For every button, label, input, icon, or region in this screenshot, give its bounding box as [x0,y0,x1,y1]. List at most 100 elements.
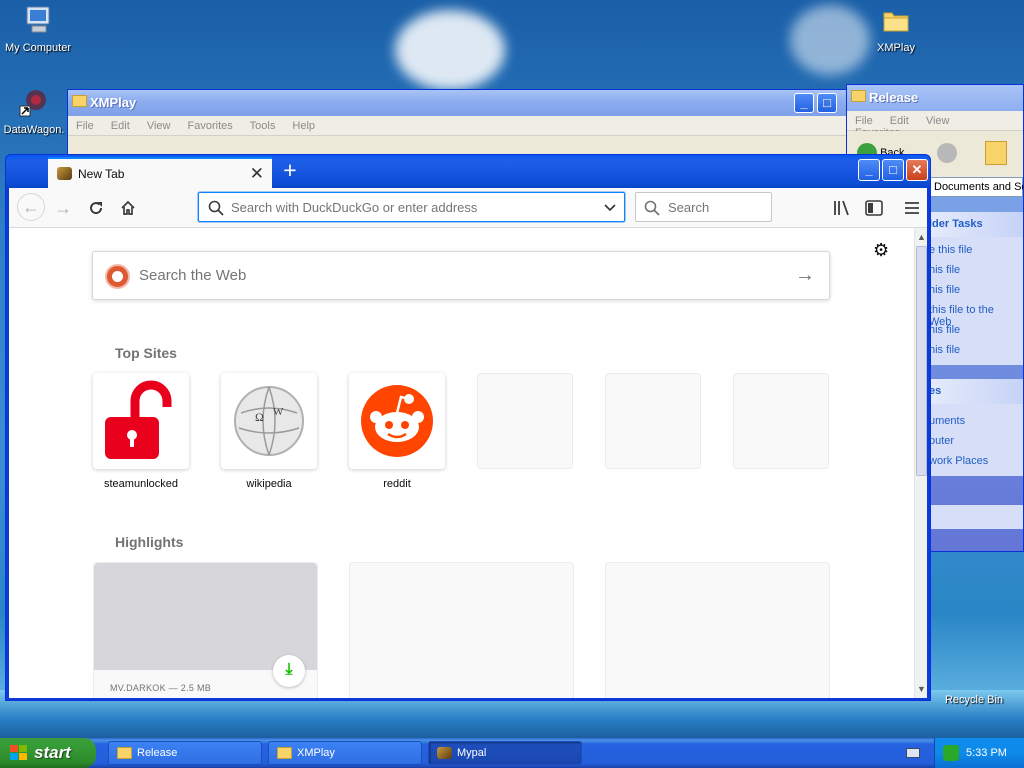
gear-icon[interactable]: ⚙ [873,240,889,261]
menu-file[interactable]: File [76,120,94,132]
new-tab-page: → ⚙ Top Sites steamunlocked ΩW wikipedia… [9,228,918,698]
start-button[interactable]: start [0,738,96,768]
url-input[interactable] [231,198,591,216]
xmplay-title: XMPlay [90,95,137,110]
top-site-tile-wikipedia[interactable]: ΩW [221,373,317,469]
home-button[interactable] [115,195,141,221]
svg-text:Ω: Ω [255,410,264,424]
browser-body: ← → Search with DuckDuckGo or enter addr… [9,188,927,698]
release-title: Release [869,90,919,105]
top-site-empty-slot [477,373,573,469]
desktop-icon-xmplay[interactable]: XMPlay [856,4,936,54]
search-input[interactable] [668,198,764,216]
tab-title: New Tab [78,167,125,181]
sidebar-icon[interactable] [864,198,884,218]
top-sites-title: Top Sites [115,345,177,361]
taskbar-button-mypal[interactable]: Mypal [428,741,582,765]
menu-tools[interactable]: Tools [250,120,276,132]
highlight-card[interactable]: ⤓ MV.DARKOK — 2.5 MB [93,562,318,698]
browser-window[interactable]: New Tab ✕ + _ □ ✕ ← → Search with DuckDu… [5,154,931,701]
search-bar[interactable] [635,192,772,222]
desktop-icon-label: XMPlay [877,42,915,54]
web-search-input[interactable] [139,267,759,284]
menu-view[interactable]: View [926,115,950,127]
network-icon[interactable] [943,745,959,761]
keyboard-icon[interactable] [906,748,920,758]
taskbar-button-release[interactable]: Release [108,741,262,765]
taskbar-button-xmplay[interactable]: XMPlay [268,741,422,765]
mypal-favicon-icon [57,167,72,180]
browser-title-bar[interactable]: New Tab ✕ + _ □ ✕ [6,155,930,188]
desktop-icon-label: DataWagon. [3,124,65,136]
folder-icon [883,12,909,32]
highlight-empty-slot [605,562,830,698]
top-site-label: steamunlocked [104,478,178,490]
maximize-button[interactable]: □ [882,159,904,181]
highlight-empty-slot [349,562,574,698]
new-tab-button[interactable]: + [278,158,302,184]
taskbar-label: XMPlay [297,747,335,759]
menu-view[interactable]: View [147,120,171,132]
release-menu-bar: File Edit View Favorites [847,111,1023,139]
taskbar-label: Release [137,747,178,759]
maximize-button[interactable]: □ [817,93,837,113]
desktop-icon-label: My Computer [4,42,72,54]
tab-new-tab[interactable]: New Tab ✕ [48,157,272,188]
red-open-padlock-icon [105,380,172,459]
minimize-button[interactable]: _ [858,159,880,181]
top-site-label: reddit [383,478,411,490]
minimize-button[interactable]: _ [794,93,814,113]
forward-icon[interactable] [937,143,957,163]
clock[interactable]: 5:33 PM [966,747,1007,759]
close-button[interactable]: ✕ [906,159,928,181]
start-label: start [34,743,71,762]
xmplay-menu-bar: File Edit View Favorites Tools Help [68,116,846,136]
top-site-empty-slot [733,373,829,469]
menu-file[interactable]: File [855,115,873,127]
top-site-empty-slot [605,373,701,469]
folder-icon [72,95,87,107]
menu-edit[interactable]: Edit [111,120,130,132]
svg-text:W: W [273,406,284,418]
forward-button[interactable]: → [50,195,76,221]
menu-edit[interactable]: Edit [890,115,909,127]
web-search-box[interactable]: → [92,251,830,300]
folder-icon [851,90,866,102]
desktop-icon-my-computer[interactable]: My Computer [0,4,78,54]
top-site-label: wikipedia [246,478,292,490]
folder-icon [117,747,132,759]
menu-help[interactable]: Help [292,120,315,132]
up-folder-icon[interactable] [985,141,1007,165]
arrow-right-icon[interactable]: → [795,264,815,287]
computer-icon [26,6,50,33]
download-icon: ⤓ [273,655,305,687]
reload-button[interactable] [83,195,109,221]
scroll-up-arrow-icon[interactable]: ▲ [915,230,928,244]
menu-favorites[interactable]: Favorites [188,120,233,132]
highlights-title: Highlights [115,534,184,550]
vertical-scrollbar[interactable]: ▲ ▼ [914,228,927,698]
hamburger-menu-icon[interactable] [902,198,922,218]
top-site-tile-steamunlocked[interactable] [93,373,189,469]
url-bar[interactable] [198,192,625,222]
datawagon-icon [19,90,46,117]
desktop-icon-recycle-bin[interactable]: Recycle Bin [934,694,1014,706]
reddit-alien-icon [361,385,433,457]
highlight-meta: MV.DARKOK — 2.5 MB [110,683,212,693]
highlight-thumbnail [94,563,317,670]
back-button[interactable]: ← [17,193,45,221]
system-tray: 5:33 PM [934,738,1024,768]
search-icon [208,200,224,216]
xmplay-title-bar[interactable]: XMPlay _ □ [68,90,846,116]
nav-toolbar: ← → [9,188,927,228]
release-title-bar[interactable]: Release [847,85,1023,111]
top-site-tile-reddit[interactable] [349,373,445,469]
desktop-icon-datawagon[interactable]: DataWagon. [0,86,74,136]
reload-icon [90,202,103,215]
close-tab-icon[interactable]: ✕ [250,164,264,184]
chevron-down-icon[interactable] [603,198,617,218]
library-icon[interactable] [832,198,852,218]
scroll-down-arrow-icon[interactable]: ▼ [915,682,928,696]
scrollbar-thumb[interactable] [916,246,927,476]
search-icon [644,200,660,216]
